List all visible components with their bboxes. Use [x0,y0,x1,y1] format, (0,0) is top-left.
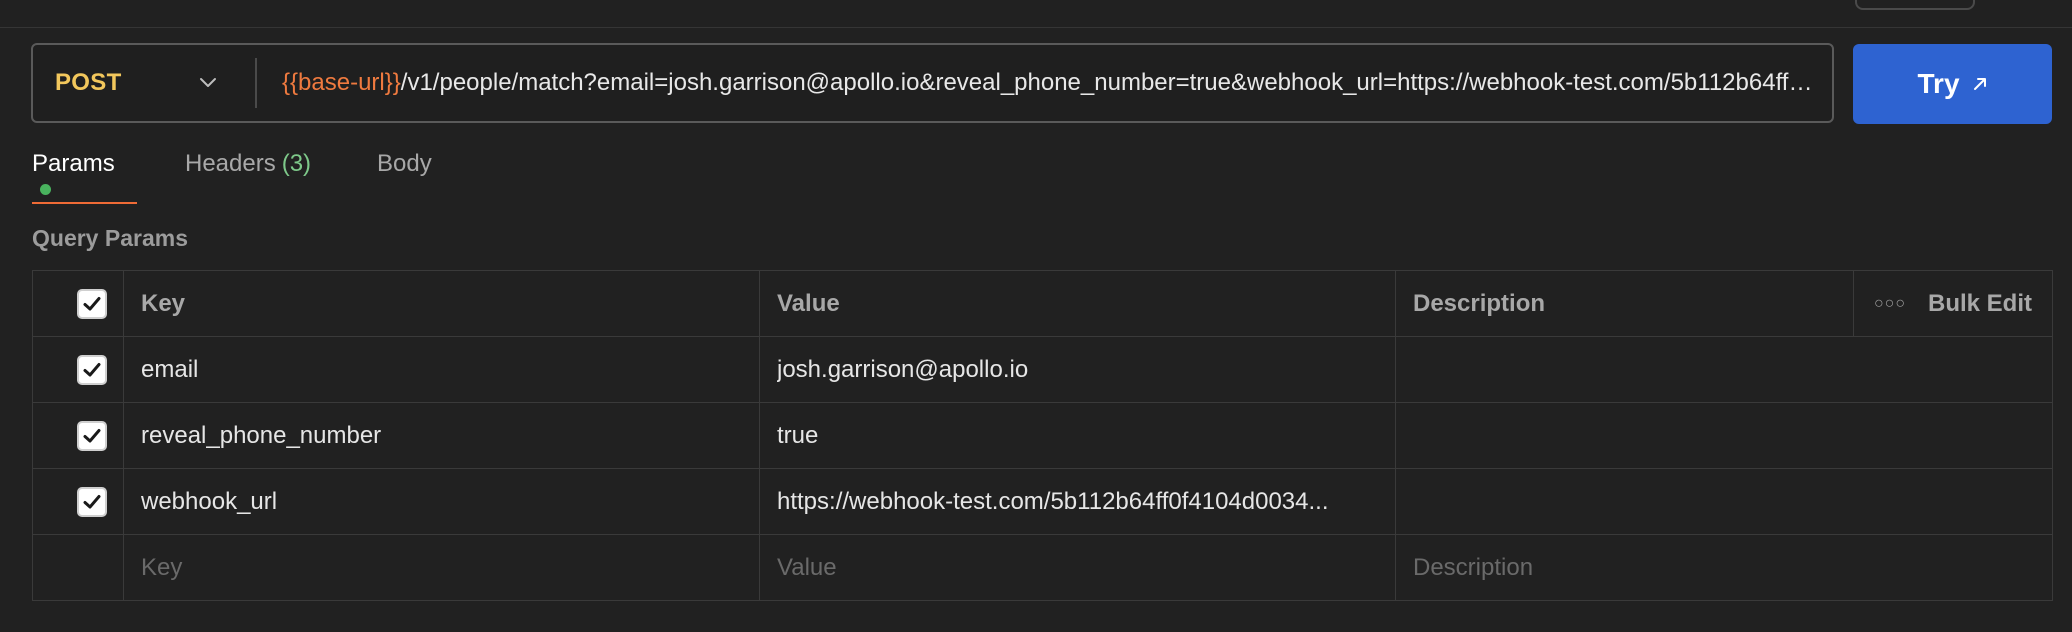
tab-headers[interactable]: Headers (3) [185,150,311,206]
column-header-key: Key [124,271,760,336]
top-toolbar-edge [0,0,2072,28]
row-check-cell [33,403,124,468]
param-key[interactable]: reveal_phone_number [124,403,760,468]
more-options-icon[interactable]: ○○○ [1874,295,1906,313]
table-header-row: Key Value Description ○○○ Bulk Edit [33,271,2052,337]
request-bar: POST {{base-url}}/v1/people/match?email=… [31,43,1834,123]
row-checkbox[interactable] [77,420,107,451]
row-checkbox[interactable] [77,354,107,385]
tab-params[interactable]: Params [32,150,137,206]
section-title: Query Params [32,225,188,251]
checkmark-icon [83,494,101,508]
param-value[interactable]: https://webhook-test.com/5b112b64ff0f410… [760,469,1396,534]
table-row: email josh.garrison@apollo.io [33,337,2052,403]
table-row: webhook_url https://webhook-test.com/5b1… [33,469,2052,535]
toolbar-button-edge[interactable] [1855,0,1975,10]
new-key-input[interactable]: Key [124,535,760,600]
arrow-up-right-icon [1973,78,1986,90]
param-key[interactable]: email [124,337,760,402]
param-description[interactable] [1396,403,2052,468]
query-params-table: Key Value Description ○○○ Bulk Edit emai… [32,270,2053,601]
param-value-text: https://webhook-test.com/5b112b64ff0f410… [777,487,1329,515]
param-key[interactable]: webhook_url [124,469,760,534]
param-value-text: true [777,421,819,449]
param-description[interactable] [1396,469,2052,534]
tab-params-label: Params [32,150,115,177]
tab-body[interactable]: Body [377,150,432,206]
chevron-down-icon [200,78,216,87]
select-all-checkbox[interactable] [77,288,107,319]
column-header-description: Description [1396,271,1854,336]
new-description-input[interactable]: Description [1396,535,2052,600]
table-actions: ○○○ Bulk Edit [1854,271,2052,336]
try-label: Try [1917,68,1960,99]
table-row: reveal_phone_number true [33,403,2052,469]
checkmark-icon [83,296,101,310]
method-label: POST [55,69,122,96]
method-select[interactable]: POST [33,45,255,121]
table-row-new: Key Value Description [33,535,2052,600]
headers-count: (3) [281,150,312,177]
select-all-cell [33,271,124,336]
try-button[interactable]: Try [1853,44,2052,124]
row-check-cell [33,535,124,600]
param-description[interactable] [1396,337,2052,402]
checkmark-icon [83,428,101,442]
param-value[interactable]: josh.garrison@apollo.io [760,337,1396,402]
active-tab-indicator [32,202,137,204]
row-check-cell [33,337,124,402]
new-value-input[interactable]: Value [760,535,1396,600]
bulk-edit-button[interactable]: Bulk Edit [1928,290,2032,318]
url-input[interactable]: {{base-url}}/v1/people/match?email=josh.… [257,69,1832,97]
row-check-cell [33,469,124,534]
params-active-dot [40,184,51,196]
row-checkbox[interactable] [77,486,107,517]
url-path: /v1/people/match?email=josh.garrison@apo… [400,69,1832,96]
tab-body-label: Body [377,150,432,177]
tab-headers-label: Headers [185,150,276,177]
column-header-value: Value [760,271,1396,336]
param-value-text: josh.garrison@apollo.io [777,355,1029,383]
checkmark-icon [83,362,101,376]
param-value[interactable]: true [760,403,1396,468]
url-variable: {{base-url}} [282,69,401,96]
